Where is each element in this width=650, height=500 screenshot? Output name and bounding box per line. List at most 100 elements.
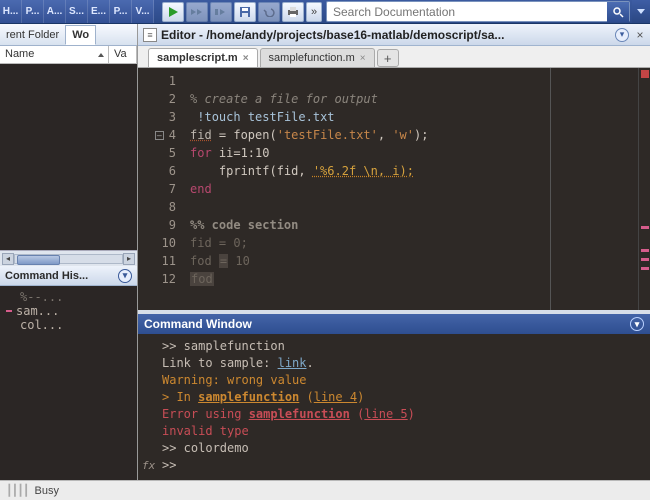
command-history-label: Command His...	[5, 270, 88, 282]
code-token: fid	[190, 128, 212, 142]
editor-file-icon: ≡	[143, 28, 157, 42]
code-token: ii=1:10	[219, 146, 270, 160]
editor-tabs: samplescript.m × samplefunction.m × +	[138, 46, 650, 68]
line-gutter: 123 –4 567 8910 1112	[138, 68, 180, 310]
code-token: '%6.2f \n, i);	[313, 164, 414, 178]
folder-tab-current[interactable]: rent Folder	[0, 26, 65, 44]
cw-line: Link to sample: link.	[162, 355, 642, 372]
code-token: );	[414, 128, 428, 142]
search-icon[interactable]	[607, 2, 629, 22]
editor-tab-samplescript[interactable]: samplescript.m ×	[148, 48, 258, 67]
editor-tab-label: samplescript.m	[157, 52, 238, 64]
code-token: fid = 0;	[190, 236, 248, 250]
left-column: rent Folder Wo Name Va ◂ ▸ Command His..…	[0, 24, 138, 480]
right-column: ≡ Editor - /home/andy/projects/base16-ma…	[138, 24, 650, 480]
code-token: %% code section	[190, 218, 298, 232]
ribbon-tab-editor[interactable]: E...	[88, 0, 110, 23]
cw-link[interactable]: line 4	[314, 390, 357, 404]
status-bar: ┃┃┃┃ Busy	[0, 480, 650, 500]
history-item[interactable]: col...	[20, 318, 63, 332]
code-content[interactable]: % create a file for output !touch testFi…	[180, 68, 638, 310]
code-token: ,	[378, 128, 392, 142]
folder-list[interactable]	[0, 64, 137, 250]
command-window-header: Command Window ▾	[138, 314, 650, 334]
history-marker-icon	[6, 310, 12, 312]
panel-menu-icon[interactable]: ▾	[118, 269, 132, 283]
save-button[interactable]	[234, 2, 256, 22]
ribbon-tab-plots[interactable]: P...	[22, 0, 44, 23]
main-toolbar: H... P... A... S... E... P... V... »	[0, 0, 650, 24]
editor-tab-label: samplefunction.m	[269, 52, 355, 64]
command-history-body[interactable]: %--... sam... col...	[0, 286, 137, 480]
ribbon-tab-view[interactable]: V...	[132, 0, 154, 23]
overview-mark-icon[interactable]	[641, 249, 649, 252]
more-button[interactable]: »	[306, 2, 322, 22]
overview-mark-icon[interactable]	[641, 258, 649, 261]
command-window-body[interactable]: >> samplefunction Link to sample: link. …	[138, 334, 650, 480]
command-window-title: Command Window	[144, 317, 252, 331]
editor-title: Editor - /home/andy/projects/base16-matl…	[161, 28, 611, 42]
right-margin-line	[550, 68, 551, 310]
run-button[interactable]	[162, 2, 184, 22]
cw-prompt[interactable]: >>	[162, 457, 642, 474]
cw-error: Error using samplefunction (line 5)	[162, 406, 642, 423]
folder-columns: Name Va	[0, 46, 137, 64]
cw-line: >> colordemo	[162, 440, 642, 457]
quick-access: »	[160, 0, 324, 23]
code-line: % create a file for output	[190, 92, 378, 106]
cw-line: >> samplefunction	[162, 338, 642, 355]
ribbon-tabs: H... P... A... S... E... P... V...	[0, 0, 154, 23]
column-name[interactable]: Name	[0, 46, 109, 63]
editor-title-bar: ≡ Editor - /home/andy/projects/base16-ma…	[138, 24, 650, 46]
ribbon-tab-shortcuts[interactable]: S...	[66, 0, 88, 23]
folder-hscroll[interactable]: ◂ ▸	[0, 250, 137, 266]
scroll-left-icon[interactable]: ◂	[2, 253, 14, 265]
code-token: 'w'	[392, 128, 414, 142]
code-token: 10	[228, 254, 250, 268]
search-box[interactable]	[326, 1, 630, 22]
overview-mark-icon[interactable]	[641, 267, 649, 270]
editor-tab-samplefunction[interactable]: samplefunction.m ×	[260, 48, 375, 67]
history-item[interactable]: sam...	[16, 304, 59, 318]
history-item[interactable]: %--...	[20, 290, 63, 304]
cw-link[interactable]: samplefunction	[198, 390, 299, 404]
code-token: fprintf(fid,	[190, 164, 313, 178]
search-input[interactable]	[327, 3, 607, 21]
tab-close-icon[interactable]: ×	[243, 53, 249, 64]
ribbon-tab-publish[interactable]: P...	[110, 0, 132, 23]
code-token: = fopen(	[212, 128, 277, 142]
command-window: Command Window ▾ >> samplefunction Link …	[138, 310, 650, 480]
code-token: fod	[190, 272, 214, 286]
column-value[interactable]: Va	[109, 46, 137, 63]
tab-close-icon[interactable]: ×	[360, 53, 366, 64]
cw-link[interactable]: link	[278, 356, 307, 370]
folder-tab-workspace[interactable]: Wo	[65, 25, 96, 45]
undo-button[interactable]	[258, 2, 280, 22]
fx-icon[interactable]: fx	[142, 457, 155, 474]
scroll-thumb[interactable]	[17, 255, 60, 265]
editor-area[interactable]: 123 –4 567 8910 1112 % create a file for…	[138, 68, 650, 310]
step-out-button[interactable]	[210, 2, 232, 22]
scroll-right-icon[interactable]: ▸	[123, 253, 135, 265]
ribbon-tab-home[interactable]: H...	[0, 0, 22, 23]
overview-ruler[interactable]	[638, 68, 650, 310]
fold-icon[interactable]: –	[155, 131, 164, 140]
panel-close-icon[interactable]: ×	[633, 28, 647, 42]
panel-menu-icon[interactable]: ▾	[630, 317, 644, 331]
toolbar-dropdown[interactable]	[632, 0, 650, 23]
cw-link[interactable]: samplefunction	[249, 407, 350, 421]
panel-options-icon[interactable]: ▾	[615, 28, 629, 42]
cw-trace: > In samplefunction (line 4)	[162, 389, 642, 406]
ribbon-tab-apps[interactable]: A...	[44, 0, 66, 23]
code-token: 'testFile.txt'	[277, 128, 378, 142]
status-grip-icon: ┃┃┃┃	[6, 484, 29, 497]
overview-error-icon[interactable]	[641, 70, 649, 78]
code-token: for	[190, 146, 219, 160]
cw-warning: Warning: wrong value	[162, 372, 642, 389]
cw-error: invalid type	[162, 423, 642, 440]
overview-mark-icon[interactable]	[641, 226, 649, 229]
print-button[interactable]	[282, 2, 304, 22]
step-button[interactable]	[186, 2, 208, 22]
cw-link[interactable]: line 5	[364, 407, 407, 421]
new-tab-button[interactable]: +	[377, 49, 399, 67]
